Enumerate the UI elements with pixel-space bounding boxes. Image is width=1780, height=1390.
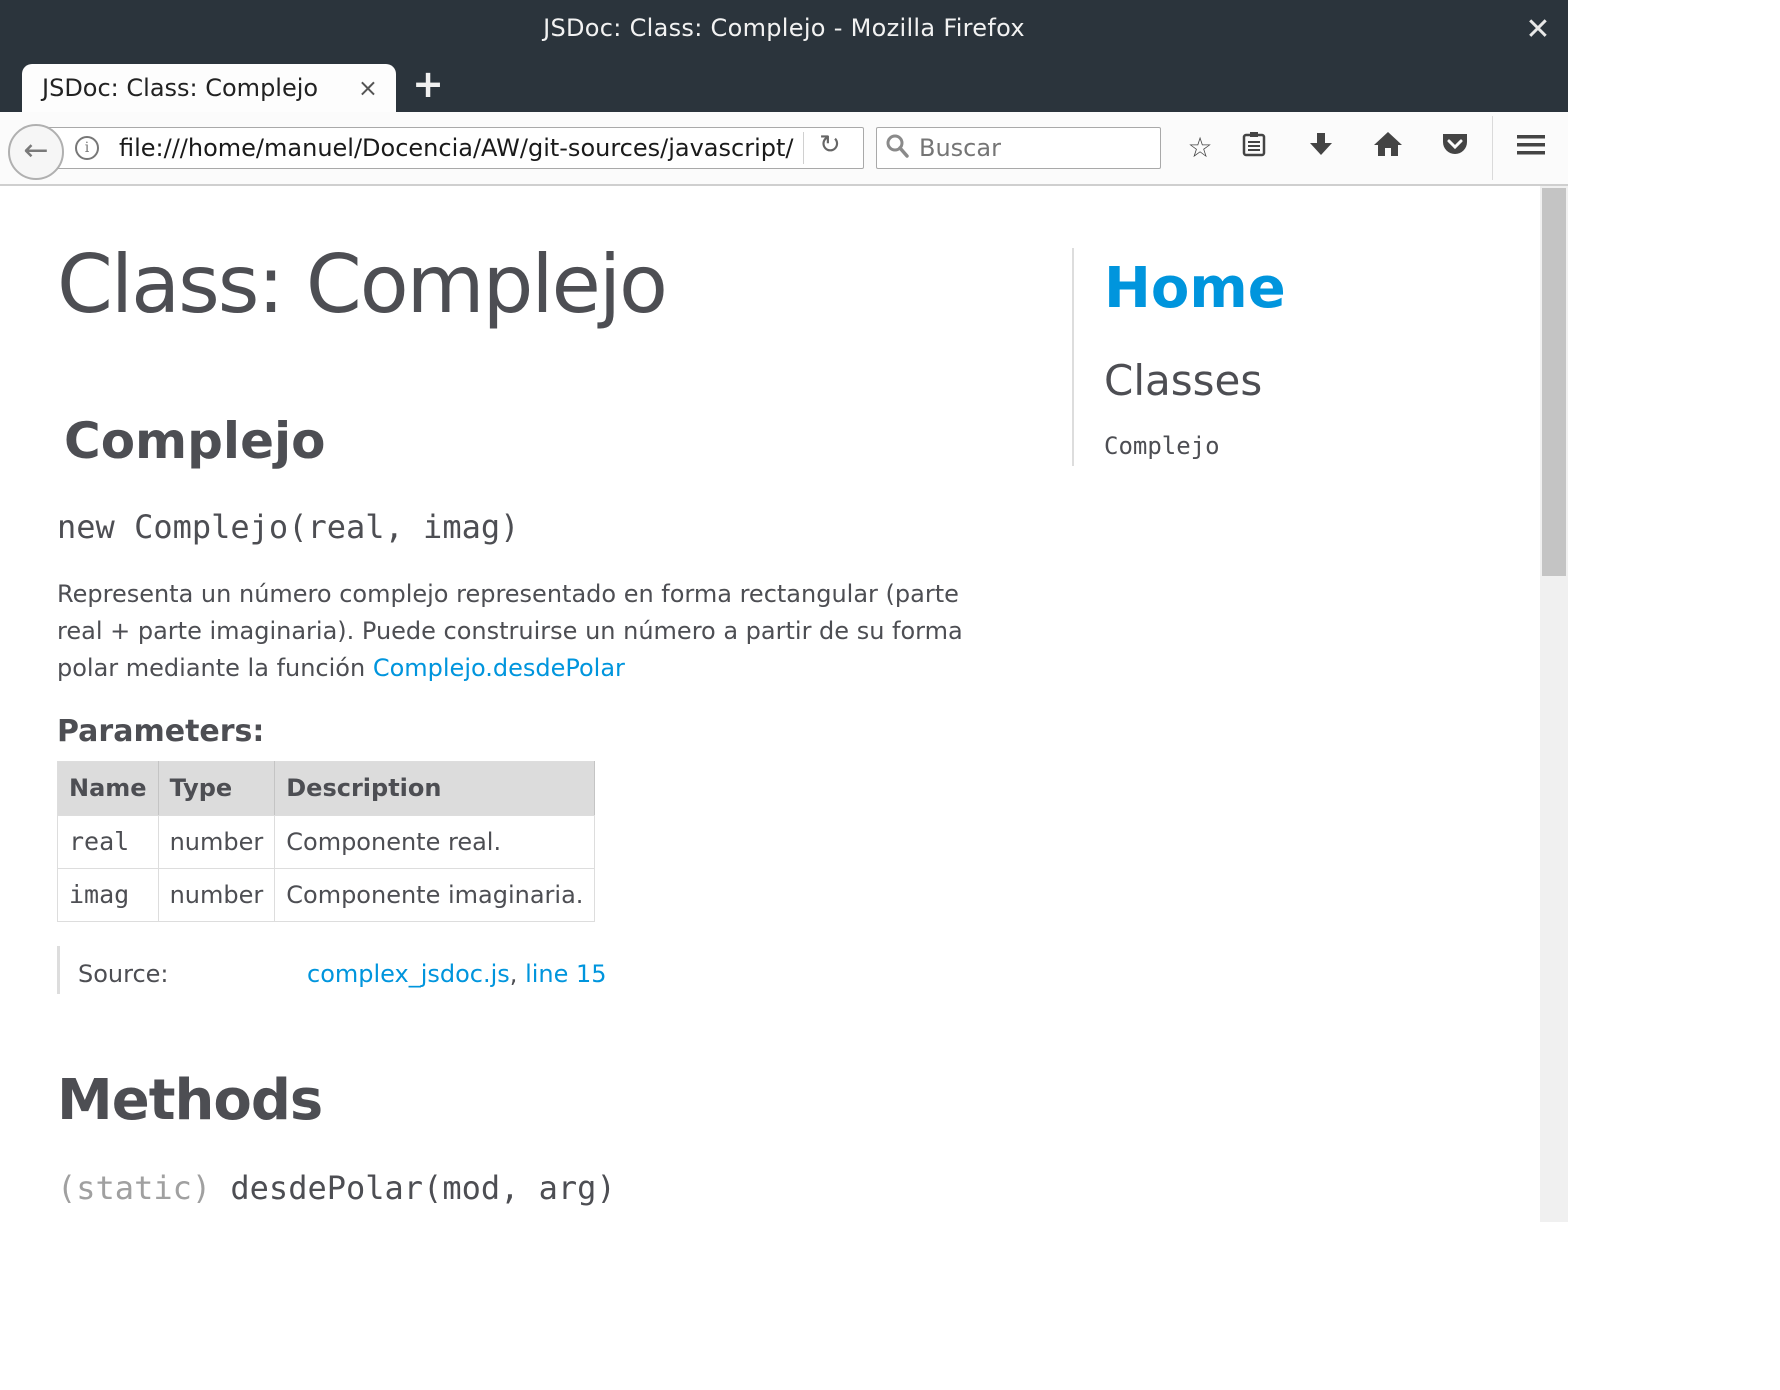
tab-strip: JSDoc: Class: Complejo × +: [0, 60, 1568, 116]
source-details: Source: complex_jsdoc.js, line 15: [57, 946, 607, 994]
page-content: Class: Complejo Complejo new Complejo(re…: [0, 186, 1540, 1222]
method-attribute: (static): [57, 1169, 212, 1207]
browser-tab-active[interactable]: JSDoc: Class: Complejo ×: [22, 64, 396, 116]
constructor-signature: new Complejo(real, imag): [57, 508, 520, 546]
param-type: number: [157, 868, 276, 922]
home-icon[interactable]: [1368, 130, 1408, 166]
search-icon: [885, 133, 909, 165]
back-arrow-icon[interactable]: ←: [8, 124, 64, 180]
param-type: number: [157, 815, 276, 869]
parameters-heading: Parameters:: [57, 714, 265, 749]
methods-heading: Methods: [57, 1068, 323, 1133]
source-label: Source:: [78, 960, 169, 988]
param-name: real: [57, 815, 159, 869]
page-title: Class: Complejo: [57, 238, 668, 331]
menu-icon[interactable]: [1511, 130, 1551, 166]
tab-label: JSDoc: Class: Complejo: [42, 74, 319, 102]
url-bar[interactable]: i file:///home/manuel/Docencia/AW/git-so…: [44, 127, 864, 169]
method-signature: (static) desdePolar(mod, arg): [57, 1169, 616, 1207]
header-description: Description: [274, 761, 596, 816]
url-text[interactable]: file:///home/manuel/Docencia/AW/git-sour…: [119, 134, 793, 162]
window-close-icon[interactable]: ✕: [1520, 12, 1556, 48]
parameters-table: Name Type Description real number Compon…: [57, 761, 596, 922]
param-name: imag: [57, 868, 159, 922]
side-navigation: Home Classes Complejo: [1072, 248, 1514, 466]
param-description: Componente imaginaria.: [274, 868, 596, 922]
reading-list-icon[interactable]: [1234, 130, 1274, 166]
table-row: imag number Componente imaginaria.: [57, 868, 596, 922]
desdepolar-link[interactable]: Complejo.desdePolar: [373, 654, 625, 682]
new-tab-icon[interactable]: +: [410, 65, 446, 103]
home-link[interactable]: Home: [1104, 256, 1286, 321]
source-line-link[interactable]: line 15: [525, 960, 606, 988]
param-description: Componente real.: [274, 815, 596, 869]
navigation-toolbar: i file:///home/manuel/Docencia/AW/git-so…: [0, 112, 1568, 186]
classes-heading: Classes: [1104, 356, 1263, 405]
pocket-icon[interactable]: [1435, 130, 1475, 166]
header-name: Name: [57, 761, 159, 816]
url-separator: [803, 132, 804, 164]
bookmark-star-icon[interactable]: ☆: [1180, 130, 1220, 166]
tab-close-icon[interactable]: ×: [358, 74, 378, 102]
source-value: complex_jsdoc.js, line 15: [307, 960, 607, 988]
download-icon[interactable]: [1301, 130, 1341, 166]
search-input[interactable]: [917, 132, 1151, 164]
scrollbar-thumb[interactable]: [1542, 188, 1566, 576]
class-name-heading: Complejo: [64, 412, 326, 470]
info-icon[interactable]: i: [75, 136, 99, 160]
window-title: JSDoc: Class: Complejo - Mozilla Firefox: [543, 14, 1025, 42]
source-separator: ,: [509, 960, 526, 988]
source-file-link[interactable]: complex_jsdoc.js: [307, 960, 510, 988]
window-titlebar: JSDoc: Class: Complejo - Mozilla Firefox…: [0, 0, 1568, 60]
class-link-complejo[interactable]: Complejo: [1104, 432, 1220, 460]
table-header-row: Name Type Description: [57, 761, 596, 816]
header-type: Type: [157, 761, 276, 816]
search-box[interactable]: [876, 127, 1161, 169]
reload-icon[interactable]: ↻: [819, 130, 841, 160]
class-description: Representa un número complejo representa…: [57, 576, 987, 687]
table-row: real number Componente real.: [57, 815, 596, 869]
method-name: desdePolar(mod, arg): [211, 1169, 616, 1207]
toolbar-separator: [1492, 116, 1493, 180]
vertical-scrollbar[interactable]: [1540, 186, 1568, 1222]
